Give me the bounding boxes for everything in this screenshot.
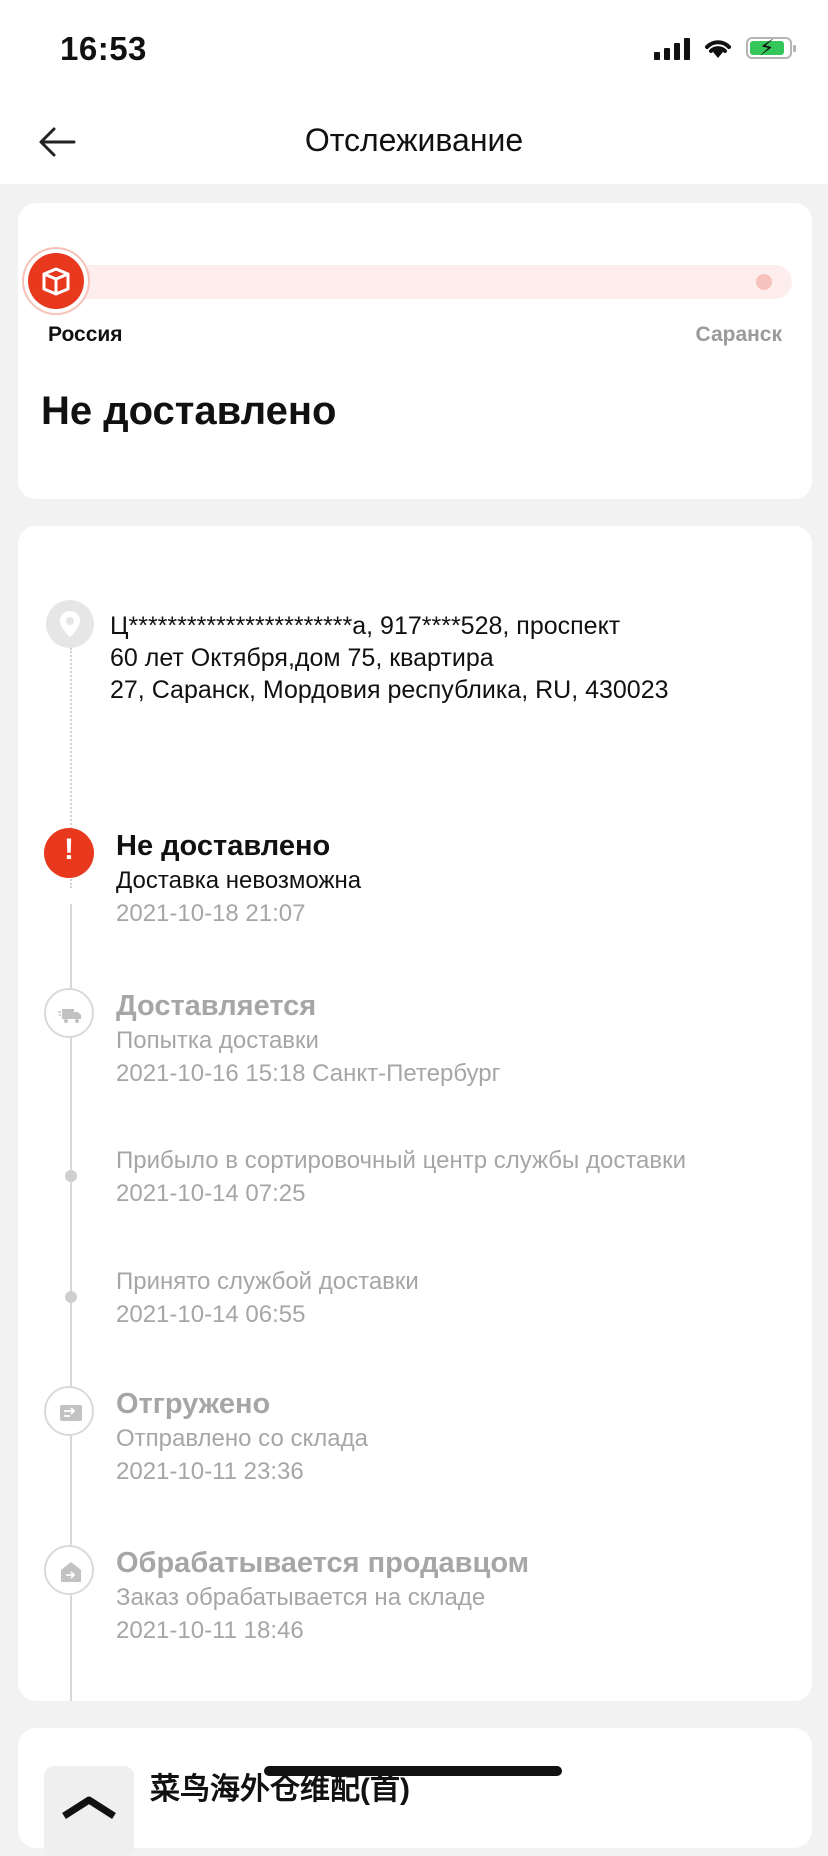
alert-icon: ! <box>44 828 94 878</box>
warehouse-icon <box>44 1545 94 1595</box>
wifi-icon <box>705 40 731 58</box>
event-time: 2021-10-14 06:55 <box>116 1301 306 1328</box>
address-line: 27, Саранск, Мордовия республика, RU, 43… <box>110 676 669 704</box>
timeline-event: Не доставлено Доставка невозможна 2021-1… <box>116 828 806 930</box>
status-icons: ⚡ <box>654 35 796 60</box>
signal-icon <box>654 36 690 60</box>
truck-icon <box>44 988 94 1038</box>
origin-label: Россия <box>48 323 123 346</box>
delivery-status-title: Не доставлено <box>41 389 337 433</box>
event-time: 2021-10-11 23:36 <box>116 1458 304 1485</box>
event-title: Не доставлено <box>116 830 331 862</box>
event-time: 2021-10-14 07:25 <box>116 1180 306 1207</box>
event-description: Заказ обрабатывается на складе <box>116 1584 486 1611</box>
address-line: 60 лет Октября,дом 75, квартира <box>110 644 494 672</box>
home-indicator <box>264 1766 562 1776</box>
timeline-event: Отгружено Отправлено со склада 2021-10-1… <box>116 1386 806 1488</box>
battery-icon: ⚡ <box>746 35 796 60</box>
event-description: Отправлено со склада <box>116 1425 368 1452</box>
carrier-logo-icon <box>62 1796 116 1819</box>
event-time: 2021-10-11 18:46 <box>116 1617 304 1644</box>
nav-bar: Отслеживание <box>0 100 828 184</box>
package-icon <box>28 253 84 309</box>
event-title: Доставляется <box>116 990 317 1022</box>
event-time: 2021-10-18 21:07 <box>116 900 306 927</box>
shipment-status-card: Россия Саранск Не доставлено <box>18 203 812 499</box>
status-time: 16:53 <box>60 30 147 67</box>
delivery-address: Ц***********************а, 917****528, п… <box>110 610 790 706</box>
event-description: Попытка доставки <box>116 1027 319 1054</box>
shipped-icon <box>44 1386 94 1436</box>
event-description: Прибыло в сортировочный центр службы дос… <box>116 1147 687 1174</box>
event-description: Доставка невозможна <box>116 867 362 894</box>
timeline-event: Обрабатывается продавцом Заказ обрабатыв… <box>116 1545 806 1647</box>
destination-label: Саранск <box>695 323 782 346</box>
page-title: Отслеживание <box>304 122 524 158</box>
progress-track <box>58 265 792 299</box>
event-title: Обрабатывается продавцом <box>116 1547 530 1579</box>
destination-dot <box>756 274 772 290</box>
carrier-logo <box>44 1766 134 1856</box>
event-description: Принято службой доставки <box>116 1268 419 1295</box>
event-title: Отгружено <box>116 1388 271 1420</box>
timeline-event: Принято службой доставки 2021-10-14 06:5… <box>116 1265 806 1331</box>
address-line: Ц***********************а, 917****528, п… <box>110 612 621 640</box>
timeline-dot <box>65 1170 77 1182</box>
status-bar: 16:53 ⚡ <box>0 0 828 100</box>
location-pin-icon <box>46 600 94 648</box>
timeline-event: Доставляется Попытка доставки 2021-10-16… <box>116 988 806 1090</box>
timeline-event: Прибыло в сортировочный центр службы дос… <box>116 1144 806 1210</box>
timeline-dot <box>65 1291 77 1303</box>
tracking-timeline-card: Ц***********************а, 917****528, п… <box>18 526 812 1701</box>
carrier-card[interactable]: 菜鸟海外仓维配(首) <box>18 1728 812 1856</box>
event-time: 2021-10-16 15:18 Санкт-Петербург <box>116 1060 501 1087</box>
